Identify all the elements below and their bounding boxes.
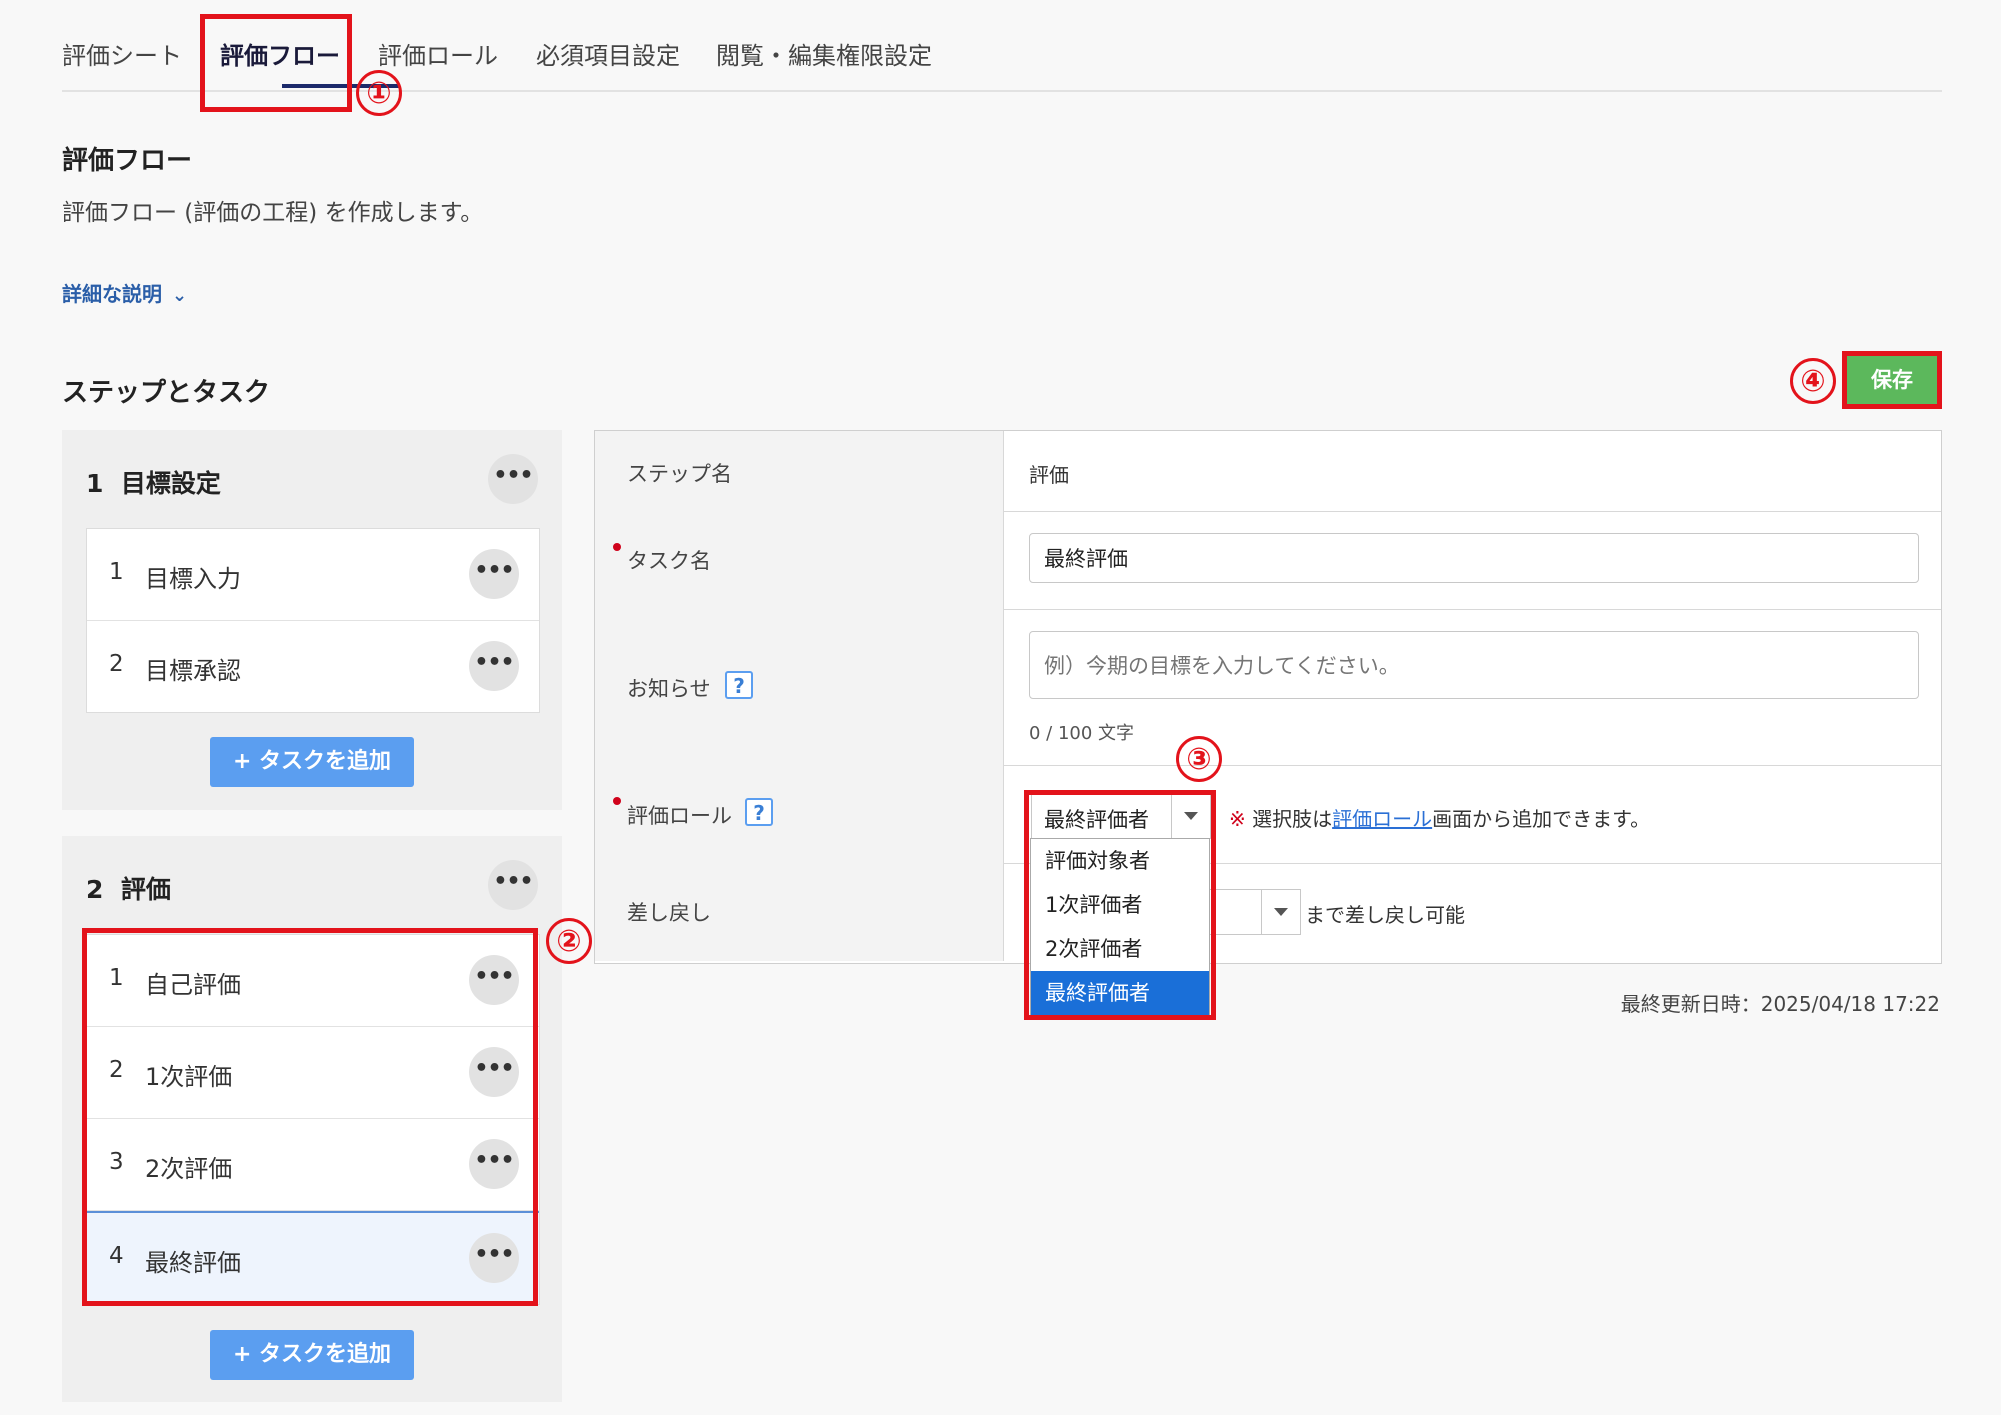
row-task-name: タスク名 bbox=[595, 511, 1941, 610]
highlight-box-4 bbox=[1842, 351, 1942, 409]
required-dot bbox=[613, 797, 621, 805]
step-name-value: 評価 bbox=[1029, 463, 1069, 487]
task-item[interactable]: 2 目標承認 ••• bbox=[87, 621, 539, 712]
callout-3: ③ bbox=[1176, 736, 1222, 782]
highlight-box-3 bbox=[1024, 790, 1216, 1020]
step-name: 目標設定 bbox=[120, 469, 221, 498]
row-send-back: 差し戻し まで差し戻し可能 bbox=[595, 863, 1941, 961]
row-label: タスク名 bbox=[595, 511, 1004, 609]
step-panel-1: 1 目標設定 ••• 1 目標入力 ••• 2 目標承認 ••• + タスクを追… bbox=[62, 430, 562, 810]
add-task-button[interactable]: + タスクを追加 bbox=[210, 1330, 414, 1380]
evaluation-role-link[interactable]: 評価ロール bbox=[1332, 807, 1432, 831]
step-more-button[interactable]: ••• bbox=[488, 860, 538, 910]
send-back-label: 差し戻し bbox=[627, 901, 711, 925]
callout-2: ② bbox=[546, 918, 592, 964]
task-more-button[interactable]: ••• bbox=[469, 641, 519, 691]
task-list: 1 目標入力 ••• 2 目標承認 ••• bbox=[86, 528, 540, 713]
send-back-suffix: まで差し戻し可能 bbox=[1305, 903, 1465, 927]
task-number: 2 bbox=[109, 651, 124, 677]
help-icon[interactable]: ? bbox=[725, 671, 753, 699]
step-more-button[interactable]: ••• bbox=[488, 454, 538, 504]
role-note: ※ 選択肢は評価ロール画面から追加できます。 bbox=[1229, 803, 1650, 832]
last-updated: 最終更新日時：2025/04/18 17:22 bbox=[1620, 992, 1940, 1016]
row-step-name: ステップ名 評価 bbox=[595, 431, 1941, 512]
task-name-label: タスク名 bbox=[627, 549, 711, 573]
required-dot bbox=[613, 543, 621, 551]
detail-explanation-link[interactable]: 詳細な説明 ⌄ bbox=[62, 278, 187, 307]
step-heading: 1 目標設定 bbox=[86, 464, 221, 500]
note-text-post: 画面から追加できます。 bbox=[1432, 807, 1651, 831]
notice-label: お知らせ bbox=[627, 677, 711, 701]
tab-view-edit-permissions[interactable]: 閲覧・編集権限設定 bbox=[716, 36, 932, 71]
chevron-down-icon bbox=[1261, 890, 1300, 934]
task-number: 1 bbox=[109, 559, 124, 585]
callout-1: ① bbox=[356, 70, 402, 116]
help-icon[interactable]: ? bbox=[745, 798, 773, 826]
task-settings-form: ステップ名 評価 タスク名 お知らせ ? 0 / 100 文字 評価ロール ? … bbox=[594, 430, 1942, 964]
page-title: 評価フロー bbox=[62, 146, 193, 176]
row-label: 差し戻し bbox=[595, 863, 1004, 961]
highlight-box-1 bbox=[200, 14, 352, 112]
chevron-down-icon: ⌄ bbox=[172, 285, 188, 306]
detail-link-label: 詳細な説明 bbox=[62, 282, 162, 306]
role-label: 評価ロール bbox=[627, 804, 732, 828]
tab-required-fields[interactable]: 必須項目設定 bbox=[536, 36, 680, 71]
step-number: 2 bbox=[86, 875, 104, 904]
add-task-button[interactable]: + タスクを追加 bbox=[210, 737, 414, 787]
row-label: 評価ロール ? bbox=[595, 765, 1004, 863]
row-evaluation-role: 評価ロール ? 最終評価者 ※ 選択肢は評価ロール画面から追加できます。 bbox=[595, 765, 1941, 864]
step-number: 1 bbox=[86, 469, 104, 498]
step-name: 評価 bbox=[120, 875, 171, 904]
row-notice: お知らせ ? 0 / 100 文字 bbox=[595, 609, 1941, 766]
task-name: 目標入力 bbox=[145, 565, 241, 593]
row-label: お知らせ ? bbox=[595, 609, 1004, 765]
steps-section-title: ステップとタスク bbox=[62, 378, 271, 408]
task-item[interactable]: 1 目標入力 ••• bbox=[87, 529, 539, 621]
task-more-button[interactable]: ••• bbox=[469, 549, 519, 599]
page-description: 評価フロー (評価の工程) を作成します。 bbox=[62, 200, 484, 226]
tab-evaluation-sheet[interactable]: 評価シート bbox=[62, 36, 182, 71]
step-heading: 2 評価 bbox=[86, 870, 171, 906]
step-name-label: ステップ名 bbox=[627, 462, 732, 486]
note-mark: ※ bbox=[1229, 807, 1246, 831]
row-label: ステップ名 bbox=[595, 431, 1004, 511]
callout-4: ④ bbox=[1790, 358, 1836, 404]
task-name: 目標承認 bbox=[145, 657, 241, 685]
notice-char-counter: 0 / 100 文字 bbox=[1029, 723, 1135, 744]
task-name-input[interactable] bbox=[1029, 533, 1919, 583]
highlight-box-2 bbox=[82, 928, 538, 1306]
tab-evaluation-role[interactable]: 評価ロール bbox=[378, 36, 498, 71]
notice-textarea[interactable] bbox=[1029, 631, 1919, 699]
note-text-pre: 選択肢は bbox=[1245, 807, 1333, 831]
